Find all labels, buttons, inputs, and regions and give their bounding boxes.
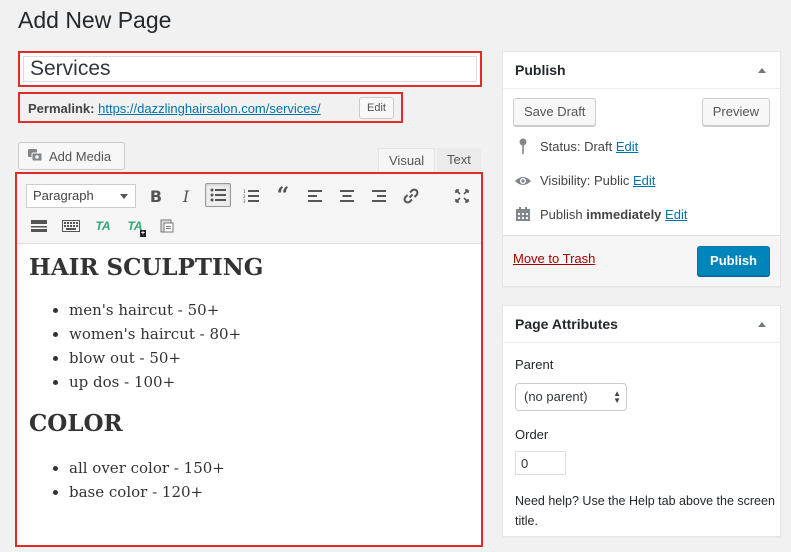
parent-select[interactable]: (no parent) ▲ ▼ bbox=[515, 383, 627, 411]
ta-icon[interactable]: TA bbox=[90, 214, 116, 238]
list-item: blow out - 50+ bbox=[69, 346, 471, 370]
schedule-row: Publish immediately Edit bbox=[514, 206, 687, 222]
add-media-button[interactable]: Add Media bbox=[18, 142, 125, 170]
more-tag-icon[interactable] bbox=[26, 214, 52, 238]
editor-content[interactable]: HAIR SCULPTING men's haircut - 50+ women… bbox=[29, 254, 471, 504]
bulleted-list-icon[interactable] bbox=[205, 183, 231, 207]
visibility-value: Public bbox=[593, 173, 630, 188]
post-title-input[interactable] bbox=[23, 56, 477, 82]
numbered-list-icon[interactable]: 123 bbox=[238, 184, 264, 208]
page-attributes-title: Page Attributes bbox=[515, 316, 618, 332]
align-left-icon[interactable] bbox=[302, 184, 328, 208]
publish-box: Publish Save Draft Preview Status: Draft… bbox=[502, 51, 781, 287]
page-title: Add New Page bbox=[18, 7, 172, 33]
order-label: Order bbox=[515, 427, 549, 442]
collapse-arrow-icon[interactable] bbox=[758, 322, 766, 327]
schedule-label: Publish bbox=[540, 206, 583, 222]
publish-actions: Move to Trash Publish bbox=[503, 235, 780, 286]
align-center-icon[interactable] bbox=[334, 184, 360, 208]
publish-box-title: Publish bbox=[515, 62, 566, 78]
content-list-1: men's haircut - 50+ women's haircut - 80… bbox=[29, 298, 471, 394]
status-edit-link[interactable]: Edit bbox=[616, 139, 638, 154]
link-icon[interactable] bbox=[398, 184, 424, 208]
publish-button[interactable]: Publish bbox=[697, 246, 770, 276]
align-right-icon[interactable] bbox=[366, 184, 392, 208]
visibility-label: Visibility: bbox=[540, 173, 591, 188]
schedule-value: immediately bbox=[586, 206, 662, 222]
fullscreen-icon[interactable] bbox=[449, 184, 475, 208]
preview-button[interactable]: Preview bbox=[701, 98, 770, 126]
permalink-url-link[interactable]: https://dazzlinghairsalon.com/services/ bbox=[98, 101, 321, 116]
visibility-edit-link[interactable]: Edit bbox=[633, 173, 655, 188]
permalink-highlight: Permalink: https://dazzlinghairsalon.com… bbox=[18, 92, 403, 123]
pin-icon bbox=[514, 138, 532, 154]
save-draft-button[interactable]: Save Draft bbox=[513, 98, 597, 126]
status-row: Status: Draft Edit bbox=[514, 138, 638, 154]
page-attributes-header[interactable]: Page Attributes bbox=[503, 306, 780, 343]
list-item: base color - 120+ bbox=[69, 480, 471, 504]
move-to-trash-link[interactable]: Move to Trash bbox=[513, 251, 595, 266]
help-text: Need help? Use the Help tab above the sc… bbox=[515, 494, 775, 528]
editor-toolbar: Paragraph B I 123 “ TA TA + bbox=[17, 174, 481, 244]
calendar-icon bbox=[514, 206, 532, 222]
parent-select-value: (no parent) bbox=[524, 389, 588, 404]
publish-box-header[interactable]: Publish bbox=[503, 52, 780, 89]
order-input[interactable] bbox=[515, 451, 566, 475]
paste-text-icon[interactable] bbox=[154, 214, 180, 238]
editor-highlight: Paragraph B I 123 “ TA TA + HAIR SCULPTI… bbox=[15, 172, 483, 547]
keyboard-icon[interactable] bbox=[58, 214, 84, 238]
title-highlight bbox=[18, 51, 482, 87]
svg-text:3: 3 bbox=[243, 199, 246, 203]
status-label: Status: bbox=[540, 138, 581, 154]
ta-plus-icon[interactable]: TA + bbox=[122, 214, 148, 238]
status-value: Draft bbox=[584, 138, 613, 154]
parent-label: Parent bbox=[515, 357, 554, 372]
list-item: up dos - 100+ bbox=[69, 370, 471, 394]
eye-icon bbox=[514, 175, 532, 187]
content-heading-1: HAIR SCULPTING bbox=[29, 254, 264, 281]
format-select[interactable]: Paragraph bbox=[26, 184, 136, 208]
list-item: women's haircut - 80+ bbox=[69, 322, 471, 346]
blockquote-icon[interactable]: “ bbox=[270, 183, 296, 209]
collapse-arrow-icon[interactable] bbox=[758, 68, 766, 73]
updown-arrows-icon: ▲ ▼ bbox=[613, 389, 621, 405]
bold-icon[interactable]: B bbox=[143, 184, 169, 208]
page-attributes-box: Page Attributes Parent (no parent) ▲ ▼ Or… bbox=[502, 305, 781, 537]
tab-text[interactable]: Text bbox=[437, 148, 481, 173]
media-icon bbox=[27, 147, 43, 166]
schedule-edit-link[interactable]: Edit bbox=[665, 207, 687, 222]
content-heading-2: COLOR bbox=[29, 410, 123, 437]
visibility-row: Visibility: Public Edit bbox=[514, 173, 655, 188]
tab-visual[interactable]: Visual bbox=[378, 148, 436, 173]
content-list-2: all over color - 150+ base color - 120+ bbox=[29, 456, 471, 504]
list-item: all over color - 150+ bbox=[69, 456, 471, 480]
italic-icon[interactable]: I bbox=[173, 184, 199, 208]
permalink-label: Permalink: bbox=[28, 101, 95, 116]
list-item: men's haircut - 50+ bbox=[69, 298, 471, 322]
permalink-row: Permalink: https://dazzlinghairsalon.com… bbox=[28, 101, 321, 116]
add-media-label: Add Media bbox=[49, 148, 112, 164]
permalink-edit-button[interactable]: Edit bbox=[359, 97, 394, 119]
